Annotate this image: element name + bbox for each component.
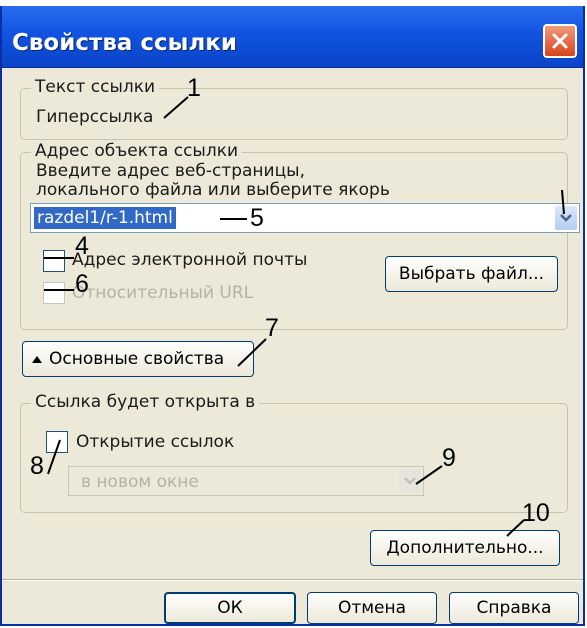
- cancel-label: Отмена: [337, 598, 407, 618]
- open-in-legend: Ссылка будет открыта в: [31, 392, 260, 412]
- callout-6: 6: [75, 270, 89, 298]
- url-value[interactable]: razdel1/r-1.html: [34, 207, 176, 229]
- link-properties-dialog: Свойства ссылки Текст ссылки Гиперссылка…: [0, 6, 585, 626]
- advanced-button[interactable]: Дополнительно...: [370, 530, 560, 566]
- callout-7: 7: [265, 314, 279, 342]
- target-window-combobox[interactable]: в новом окне: [68, 466, 424, 496]
- target-window-value: в новом окне: [81, 472, 199, 492]
- url-combobox[interactable]: razdel1/r-1.html: [30, 203, 580, 233]
- email-checkbox-label: Адрес электронной почты: [72, 250, 308, 270]
- title-bar[interactable]: Свойства ссылки: [2, 6, 583, 68]
- address-hint-line1: Введите адрес веб-страницы,: [36, 161, 305, 181]
- open-links-label: Открытие ссылок: [76, 432, 235, 452]
- address-hint-line2: локального файла или выберите якорь: [36, 180, 390, 200]
- footer-separator: [2, 579, 583, 581]
- help-button[interactable]: Справка: [449, 592, 579, 624]
- relative-url-label: Относительный URL: [72, 283, 254, 303]
- choose-file-button[interactable]: Выбрать файл...: [385, 256, 558, 292]
- callout-4: 4: [75, 232, 89, 260]
- url-dropdown-button[interactable]: [555, 206, 577, 230]
- chevron-down-icon: [404, 477, 416, 485]
- callout-9: 9: [442, 444, 456, 472]
- ok-button[interactable]: ОК: [164, 592, 296, 624]
- email-checkbox[interactable]: [43, 250, 65, 272]
- close-button[interactable]: [543, 24, 577, 58]
- chevron-down-icon: [560, 214, 572, 222]
- ok-label: ОК: [217, 598, 243, 618]
- help-label: Справка: [476, 598, 552, 618]
- link-text-legend: Текст ссылки: [31, 77, 160, 97]
- relative-url-checkbox[interactable]: [43, 282, 65, 304]
- callout-10: 10: [522, 499, 550, 527]
- choose-file-label: Выбрать файл...: [398, 264, 545, 284]
- triangle-up-icon: [32, 356, 42, 363]
- main-properties-label: Основные свойства: [49, 349, 225, 369]
- advanced-label: Дополнительно...: [386, 538, 544, 558]
- cancel-button[interactable]: Отмена: [307, 592, 437, 624]
- close-icon: [552, 33, 568, 49]
- main-properties-button[interactable]: Основные свойства: [22, 341, 254, 377]
- open-in-group: Ссылка будет открыта в: [20, 392, 568, 513]
- target-window-dropdown-button[interactable]: [399, 469, 421, 493]
- callout-1: 1: [187, 74, 201, 102]
- open-links-checkbox[interactable]: [46, 431, 68, 453]
- callout-5: 5: [250, 204, 264, 232]
- callout-8: 8: [30, 452, 44, 480]
- address-legend: Адрес объекта ссылки: [31, 141, 243, 161]
- link-text-value: Гиперссылка: [36, 107, 154, 127]
- window-title: Свойства ссылки: [12, 30, 238, 56]
